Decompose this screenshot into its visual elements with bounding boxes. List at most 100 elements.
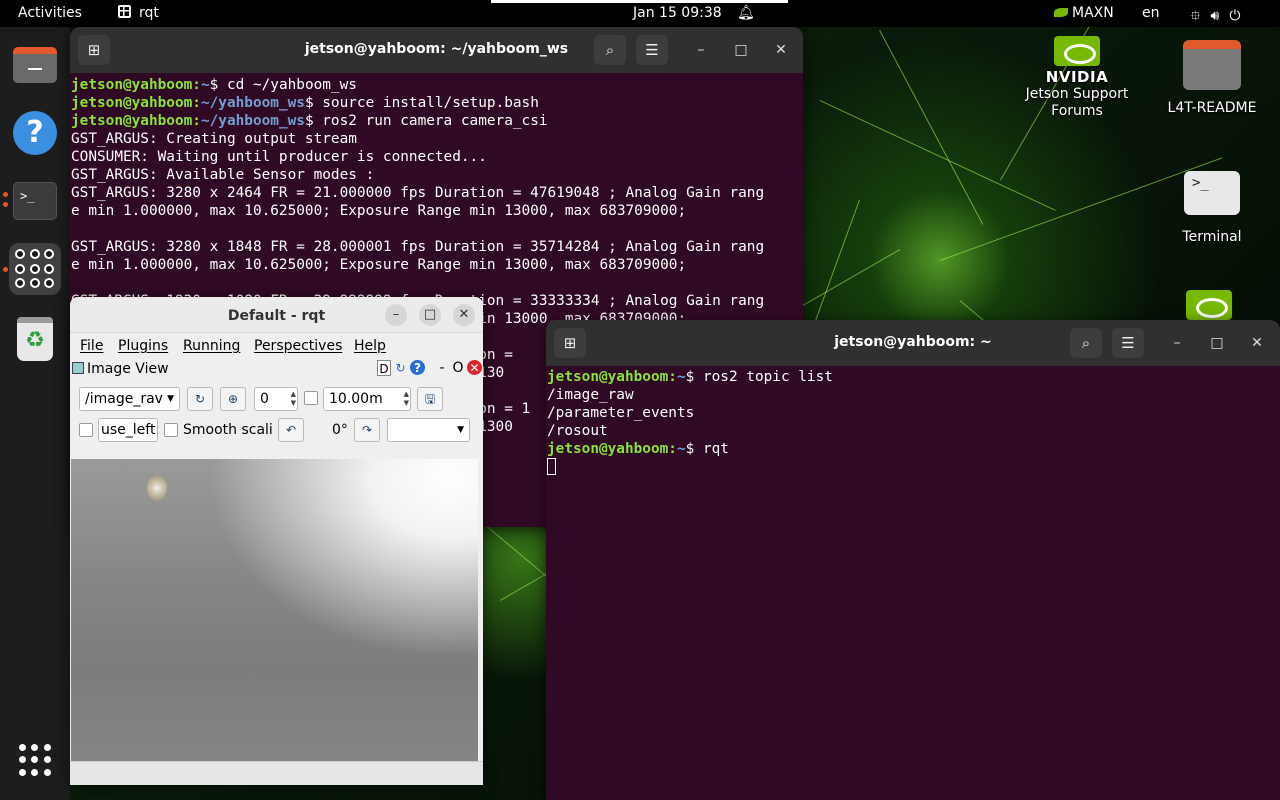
rqt-window[interactable]: Default - rqt – □ ✕ File Plugins Running… <box>70 297 483 785</box>
menu-icon[interactable]: ☰ <box>636 35 668 65</box>
maximize-icon[interactable]: □ <box>419 304 441 326</box>
titlebar[interactable]: ⊞ jetson@yahboom: ~ ⌕ ☰ – □ ✕ <box>546 320 1280 366</box>
camera-image-spot <box>147 475 167 501</box>
rotation-label: 0° <box>332 422 348 438</box>
dock-button[interactable]: D <box>377 360 391 376</box>
wallpaper-streak <box>819 100 1056 211</box>
minimize-icon[interactable]: – <box>1169 335 1185 351</box>
help-icon: ? <box>13 111 57 155</box>
dock-help[interactable]: ? <box>9 107 61 159</box>
terminal-line: GST_ARGUS: 3280 x 2464 FR = 21.000000 fp… <box>71 185 765 201</box>
terminal-line: jetson@yahboom:~/yahboom_ws$ source inst… <box>71 94 803 112</box>
notification-bell-icon[interactable]: 🔔︎ <box>737 5 755 21</box>
topic-select[interactable]: /image_rav ▼ <box>79 387 180 411</box>
minimize-plugin-button[interactable]: - <box>437 360 447 376</box>
smooth-scaling-checkbox[interactable] <box>164 423 178 437</box>
prompt-user: jetson@yahboom <box>547 441 669 457</box>
nvidia-logo-icon <box>1054 36 1100 66</box>
terminal-output[interactable]: jetson@yahboom:~$ ros2 topic list/image_… <box>546 366 1280 477</box>
publish-topic-value: use_left <box>101 422 156 438</box>
menu-help[interactable]: Help <box>354 338 386 354</box>
camera-image-display[interactable] <box>71 459 478 761</box>
prompt-path: ~ <box>676 441 686 457</box>
power-mode-indicator[interactable]: MAXN <box>1054 5 1114 21</box>
menu-plugins[interactable]: Plugins <box>118 338 168 354</box>
prompt-user: jetson@yahboom <box>547 369 669 385</box>
menu-perspectives[interactable]: Perspectives <box>254 338 342 354</box>
close-icon[interactable]: ✕ <box>1249 335 1265 351</box>
prompt-colon: : <box>668 441 677 457</box>
prompt-user: jetson@yahboom <box>71 95 193 111</box>
rqt-titlebar[interactable]: Default - rqt – □ ✕ <box>70 297 483 333</box>
rotate-right-icon[interactable]: ↷ <box>354 418 380 442</box>
terminal-line: jetson@yahboom:~/yahboom_ws$ ros2 run ca… <box>71 112 803 130</box>
clock[interactable]: Jan 15 09:38 <box>633 5 722 21</box>
menu-file[interactable]: File <box>80 338 103 354</box>
minimize-icon[interactable]: – <box>385 304 407 326</box>
running-indicator <box>3 192 8 197</box>
show-applications-icon[interactable] <box>19 744 51 776</box>
minimize-icon[interactable]: – <box>693 42 709 58</box>
titlebar[interactable]: ⊞ jetson@yahboom: ~/yahboom_ws ⌕ ☰ – □ ✕ <box>70 27 803 73</box>
menu-icon[interactable]: ☰ <box>1112 328 1144 358</box>
prompt-user: jetson@yahboom <box>71 113 193 129</box>
system-menu[interactable]: ⯐🔊︎⏻ <box>1190 5 1250 29</box>
close-icon[interactable]: ✕ <box>773 42 789 58</box>
zoom-spinbox[interactable]: 0 ▲ ▼ <box>254 387 298 411</box>
reload-icon[interactable]: ↻ <box>393 360 408 376</box>
max-range-spinbox[interactable]: 10.00m ▲ ▼ <box>323 387 411 411</box>
desktop-icon-terminal[interactable]: >_ Terminal <box>1162 171 1262 245</box>
terminal-line: GST_ARGUS: Creating output stream <box>71 131 357 147</box>
desktop-icon-label: Jetson Support Forums <box>1025 86 1129 119</box>
menu-bar: File Plugins Running Perspectives Help <box>70 333 483 359</box>
close-plugin-icon[interactable]: ✕ <box>467 360 482 375</box>
rqt-icon <box>15 249 55 289</box>
save-image-icon[interactable]: 🖫︎ <box>417 387 443 411</box>
prompt-colon: : <box>668 369 677 385</box>
search-icon[interactable]: ⌕ <box>1070 328 1102 358</box>
dynamic-range-checkbox[interactable] <box>304 391 318 405</box>
zoom-spinbox-value: 0 <box>260 391 269 407</box>
desktop-icon-l4t-readme[interactable]: L4T-README <box>1162 40 1262 116</box>
desktop-icon-label: Terminal <box>1182 229 1242 245</box>
color-scheme-select[interactable]: ▼ <box>387 418 470 442</box>
zoom-icon[interactable]: ⊕ <box>220 387 246 411</box>
running-indicator <box>3 267 8 272</box>
top-bar: Activities rqt Jan 15 09:38 🔔︎ MAXN en ⯐… <box>0 0 1280 27</box>
terminal-window-home[interactable]: ⊞ jetson@yahboom: ~ ⌕ ☰ – □ ✕ jetson@yah… <box>546 320 1280 800</box>
desktop-icon-nvidia[interactable] <box>1186 290 1232 322</box>
power-mode-label: MAXN <box>1072 5 1114 21</box>
prompt-colon: : <box>192 113 201 129</box>
network-icon: ⯐ <box>1190 8 1211 24</box>
terminal-line: /parameter_events <box>547 405 695 421</box>
command-text: $ rqt <box>685 441 729 457</box>
publish-topic-input[interactable]: use_left <box>98 418 158 442</box>
desktop-icon-jetson-forums[interactable]: NVIDIA Jetson Support Forums <box>1022 36 1132 120</box>
power-icon: ⏻ <box>1229 8 1251 24</box>
chevron-down-icon: ▼ <box>167 394 174 404</box>
maximize-icon[interactable]: □ <box>1209 335 1225 351</box>
language-indicator[interactable]: en <box>1142 5 1160 21</box>
terminal-line: jetson@yahboom:~$ rqt <box>547 440 1280 458</box>
menu-running[interactable]: Running <box>183 338 240 354</box>
horizontal-scrollbar[interactable] <box>70 761 483 785</box>
dock-rqt[interactable] <box>9 243 61 295</box>
close-icon[interactable]: ✕ <box>453 304 475 326</box>
dock-files[interactable] <box>9 39 61 91</box>
help-icon[interactable]: ? <box>410 360 425 375</box>
activities-button[interactable]: Activities <box>18 5 82 21</box>
search-icon[interactable]: ⌕ <box>594 35 626 65</box>
app-menu[interactable]: rqt <box>118 5 159 21</box>
command-text: $ ros2 run camera camera_csi <box>304 113 548 129</box>
dock-terminal[interactable]: >_ <box>9 175 61 227</box>
prompt-path: ~/yahboom_ws <box>200 113 305 129</box>
terminal-line: CONSUMER: Waiting until producer is conn… <box>71 149 487 165</box>
mouse-publish-checkbox[interactable] <box>79 423 93 437</box>
terminal-icon: >_ <box>1184 171 1240 215</box>
dock-trash[interactable]: ♻ <box>9 313 61 365</box>
rotate-left-icon[interactable]: ↶ <box>278 418 304 442</box>
refresh-topics-icon[interactable]: ↻ <box>187 387 213 411</box>
float-plugin-button[interactable]: O <box>452 360 464 376</box>
maximize-icon[interactable]: □ <box>733 42 749 58</box>
topic-select-value: /image_rav <box>85 391 163 407</box>
